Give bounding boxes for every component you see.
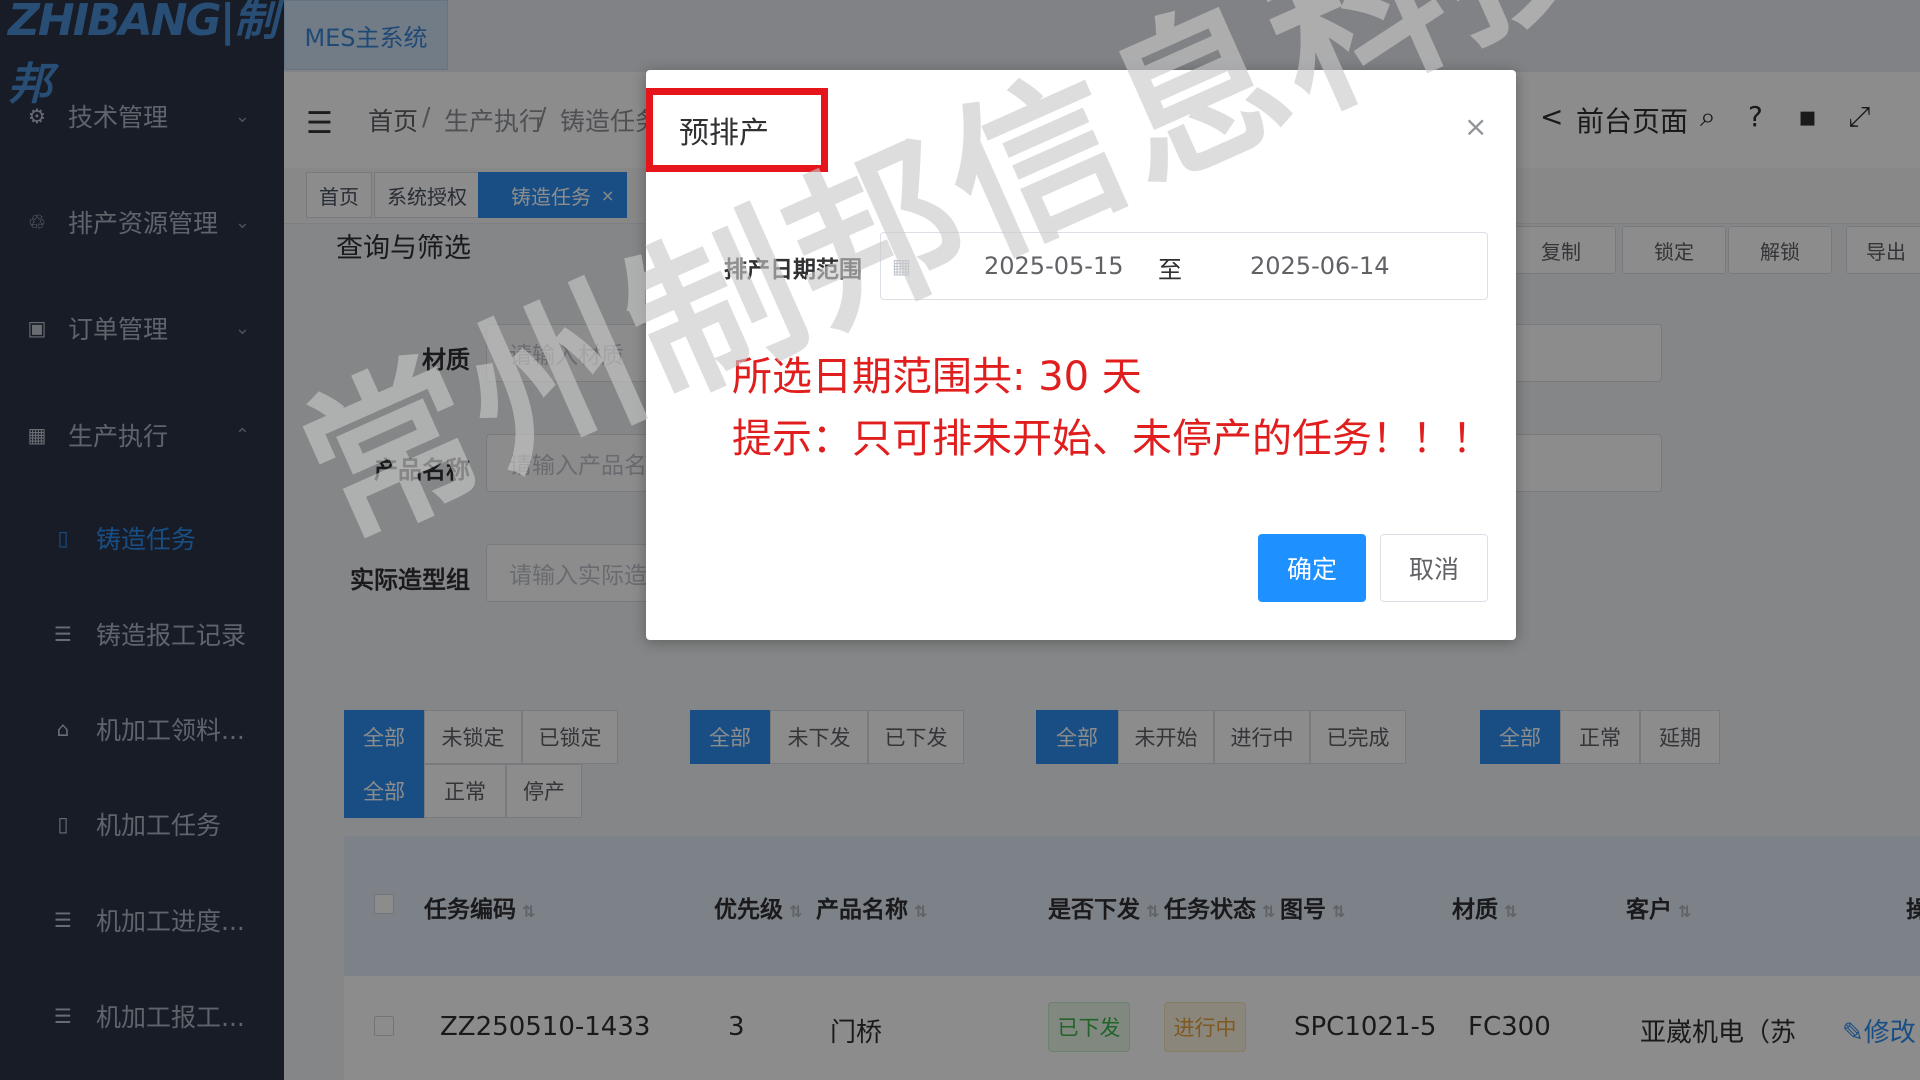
date-range-label: 排产日期范围 [724, 257, 862, 283]
days-count-text: 所选日期范围共: 30 天 [732, 354, 1142, 400]
tip-text: 提示：只可排未开始、未停产的任务！！！ [732, 416, 1492, 462]
start-date[interactable]: 2025-05-15 [984, 252, 1123, 280]
calendar-icon: ▦ [892, 254, 911, 278]
date-range-picker[interactable] [880, 232, 1488, 300]
close-icon[interactable]: × [1464, 110, 1487, 143]
range-separator: 至 [1158, 256, 1182, 284]
confirm-button[interactable]: 确定 [1258, 534, 1366, 602]
end-date[interactable]: 2025-06-14 [1250, 252, 1389, 280]
dialog-title: 预排产 [646, 88, 828, 172]
cancel-button[interactable]: 取消 [1380, 534, 1488, 602]
